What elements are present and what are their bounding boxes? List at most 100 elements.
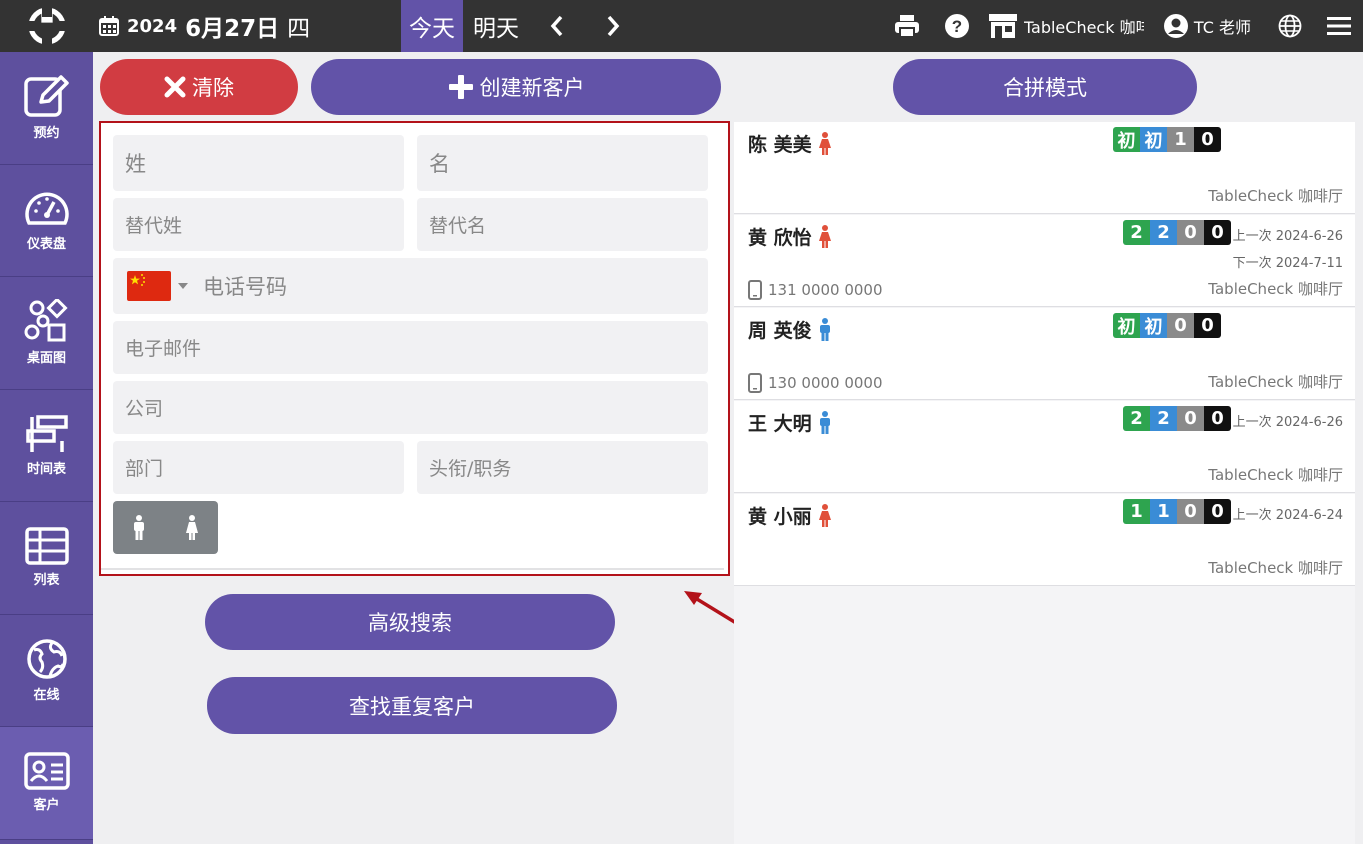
sidebar-item-reservations[interactable]: 预约 (0, 52, 93, 165)
mobile-phone-icon (748, 280, 762, 300)
plus-icon (448, 75, 473, 99)
customer-list: 陈 美美初初 1 0 TableCheck 咖啡厅黄 欣怡 2 2 0 0 上一次 2024-6… (734, 122, 1355, 844)
visit-badge: 0 (1204, 499, 1231, 524)
next-day-button[interactable] (585, 0, 641, 52)
sidebar-item-customers[interactable]: 客户 (0, 727, 93, 840)
mobile-phone-icon (748, 373, 762, 393)
customer-phone: 131 0000 0000 (748, 280, 883, 300)
male-icon (819, 410, 830, 434)
dashboard-icon (24, 192, 69, 225)
visit-badges: 2200 (1123, 220, 1231, 245)
male-icon[interactable] (132, 514, 146, 541)
alt-first-name-field[interactable]: 替代名 (417, 198, 708, 251)
customer-shop: TableCheck 咖啡厅 (1208, 187, 1343, 205)
customer-phone-text: 131 0000 0000 (768, 281, 883, 299)
female-icon[interactable] (185, 514, 199, 541)
visit-badge: 0 (1204, 406, 1231, 431)
last-visit-date: 上一次 2024-6-24 (1232, 508, 1343, 523)
alt-last-name-field[interactable]: 替代姓 (113, 198, 404, 251)
sidebar-item-label: 桌面图 (26, 351, 66, 367)
main-menu-button[interactable] (1315, 0, 1363, 52)
customer-phone-text: 130 0000 0000 (768, 374, 883, 392)
customer-name: 黄 小丽 (748, 502, 832, 529)
date-month-day: 6月27日 (185, 16, 280, 42)
chevron-left-icon (550, 15, 563, 37)
chevron-right-icon (607, 15, 620, 37)
customer-card[interactable]: 周 英俊初初 0 0 130 0000 0000 TableCheck 咖啡厅 (734, 308, 1355, 400)
customer-card[interactable]: 王 大明 2 2 0 0 上一次 2024-6-26 TableCheck 咖啡厅 (734, 401, 1355, 493)
phone-field[interactable]: 电话号码 (113, 258, 708, 314)
visit-badge: 0 (1204, 220, 1231, 245)
clear-label: 清除 (192, 76, 234, 100)
find-duplicates-button[interactable]: 查找重复客户 (207, 677, 617, 734)
visit-badge: 2 (1150, 220, 1177, 245)
department-field[interactable]: 部门 (113, 441, 404, 494)
user-menu[interactable]: TC 老师 (1150, 0, 1265, 52)
visit-badge: 0 (1177, 406, 1204, 431)
calendar-icon (99, 16, 119, 36)
globe-icon (1278, 14, 1302, 38)
visit-badges: 初初00 (1113, 313, 1221, 338)
sidebar-item-label: 预约 (33, 126, 60, 142)
visit-badge: 0 (1194, 127, 1221, 152)
email-field[interactable]: 电子邮件 (113, 321, 708, 374)
sidebar: 预约 仪表盘 桌面图 时间表 列表 在线 客户 (0, 52, 93, 844)
edit-icon (23, 75, 69, 117)
create-customer-button[interactable]: 创建新客户 (311, 59, 721, 115)
last-visit-date: 上一次 2024-6-26 (1232, 229, 1343, 244)
today-button[interactable]: 今天 (401, 0, 463, 52)
visit-badge: 1 (1167, 127, 1194, 152)
visit-badge: 0 (1194, 313, 1221, 338)
customer-phone: 130 0000 0000 (748, 373, 883, 393)
sidebar-item-dashboard[interactable]: 仪表盘 (0, 165, 93, 277)
customer-name-text: 周 英俊 (748, 320, 812, 342)
app-logo[interactable] (0, 0, 93, 52)
job-title-field[interactable]: 头衔/职务 (417, 441, 708, 494)
customer-name-text: 陈 美美 (748, 134, 812, 156)
user-name: TC 老师 (1193, 18, 1251, 37)
print-icon (894, 15, 919, 38)
language-button[interactable] (1265, 0, 1315, 52)
visit-badge: 0 (1167, 313, 1194, 338)
top-bar: 2024 6月27日 四 今天 明天 ? TableCheck 咖啡 TC 老师 (0, 0, 1363, 52)
prev-day-button[interactable] (529, 0, 585, 52)
first-name-field[interactable]: 名 (417, 135, 708, 191)
sidebar-item-list[interactable]: 列表 (0, 502, 93, 615)
timetable-icon (25, 415, 68, 452)
female-icon (818, 503, 831, 527)
date-year: 2024 (127, 15, 178, 37)
create-customer-label: 创建新客户 (479, 76, 585, 100)
customer-name-text: 黄 小丽 (748, 506, 812, 528)
sidebar-item-label: 客户 (33, 798, 60, 814)
company-field[interactable]: 公司 (113, 381, 708, 434)
customer-card[interactable]: 黄 欣怡 2 2 0 0 上一次 2024-6-26 下一次 2024-7-11 131 00… (734, 215, 1355, 307)
help-button[interactable]: ? (932, 0, 982, 52)
logo-icon (27, 7, 66, 45)
store-icon (988, 14, 1017, 38)
caret-down-icon[interactable] (177, 282, 189, 290)
print-button[interactable] (882, 0, 932, 52)
advanced-search-button[interactable]: 高级搜索 (205, 594, 615, 650)
visit-badge: 1 (1150, 499, 1177, 524)
customer-card[interactable]: 黄 小丽 1 1 0 0 上一次 2024-6-24 TableCheck 咖啡厅 (734, 494, 1355, 586)
visit-badges: 初初10 (1113, 127, 1221, 152)
china-flag-icon[interactable] (127, 271, 171, 301)
sidebar-item-label: 仪表盘 (26, 236, 66, 252)
last-visit-date: 上一次 2024-6-26 (1232, 415, 1343, 430)
merge-mode-button[interactable]: 合拼模式 (893, 59, 1197, 115)
visit-badge: 2 (1123, 406, 1150, 431)
help-icon: ? (944, 14, 969, 38)
last-name-field[interactable]: 姓 (113, 135, 404, 191)
visit-badge: 初 (1113, 313, 1140, 338)
store-selector[interactable]: TableCheck 咖啡 (982, 0, 1150, 52)
date-display[interactable]: 2024 6月27日 四 (93, 0, 401, 52)
customer-shop: TableCheck 咖啡厅 (1208, 280, 1343, 298)
visit-badges: 2200 (1123, 406, 1231, 431)
sidebar-item-timetable[interactable]: 时间表 (0, 390, 93, 502)
gender-toggle[interactable] (113, 501, 218, 554)
tomorrow-button[interactable]: 明天 (463, 0, 529, 52)
sidebar-item-table-map[interactable]: 桌面图 (0, 277, 93, 390)
clear-button[interactable]: 清除 (100, 59, 298, 115)
customer-card[interactable]: 陈 美美 初初 1 0 TableCheck 咖啡厅 (734, 122, 1355, 214)
sidebar-item-online[interactable]: 在线 (0, 615, 93, 727)
